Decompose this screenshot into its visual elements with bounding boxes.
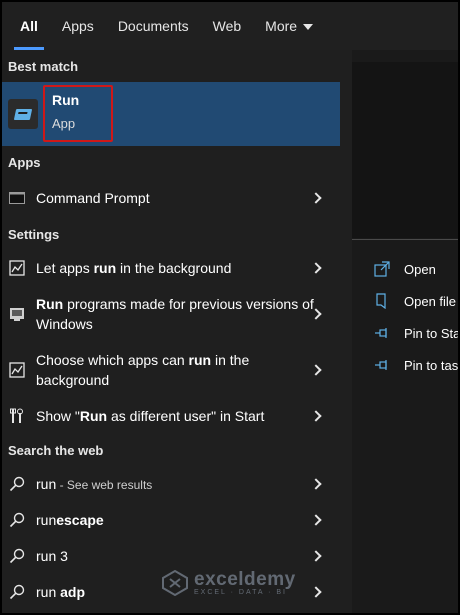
tab-documents[interactable]: Documents xyxy=(106,2,201,50)
search-icon xyxy=(8,475,26,493)
action-label: Pin to task xyxy=(404,357,460,373)
setting-label: Choose which apps can run in the backgro… xyxy=(36,352,250,388)
compat-settings-icon xyxy=(8,305,26,323)
detail-pane: Open Open file Pin to Star Pin to task xyxy=(352,50,460,613)
exceldemy-watermark: exceldemy EXCEL · DATA · BI xyxy=(162,570,296,596)
open-icon xyxy=(374,261,390,277)
detail-pane-header xyxy=(352,62,458,238)
tab-web-label: Web xyxy=(212,18,242,34)
section-header-search-web: Search the web xyxy=(8,442,104,458)
search-icon xyxy=(8,583,26,601)
command-prompt-label: Command Prompt xyxy=(36,190,150,206)
caret-down-icon xyxy=(303,24,314,30)
red-highlight-box xyxy=(43,85,113,142)
tools-settings-icon xyxy=(8,407,26,425)
web-suggestion-label: run - See web results xyxy=(36,475,153,492)
tab-apps[interactable]: Apps xyxy=(50,2,106,50)
list-item-setting-choose-apps-background[interactable]: Choose which apps can run in the backgro… xyxy=(2,342,340,398)
chart-settings-icon xyxy=(8,361,26,379)
action-pin-to-start[interactable]: Pin to Star xyxy=(374,322,460,344)
section-header-apps: Apps xyxy=(8,154,41,170)
pin-icon xyxy=(374,357,390,373)
list-item-setting-run-as-different-user[interactable]: Show "Run as different user" in Start xyxy=(2,398,340,434)
open-file-location-icon xyxy=(374,293,390,309)
list-item-setting-run-background[interactable]: Let apps run in the background xyxy=(2,250,340,286)
search-icon xyxy=(8,547,26,565)
tab-all-label: All xyxy=(20,18,38,34)
setting-label: Let apps run in the background xyxy=(36,260,232,276)
setting-label: Run programs made for previous versions … xyxy=(36,296,314,332)
action-pin-to-taskbar[interactable]: Pin to task xyxy=(374,354,460,376)
list-item-web-runescape[interactable]: runescape xyxy=(2,502,340,538)
setting-label: Show "Run as different user" in Start xyxy=(36,408,265,424)
action-open-file-location[interactable]: Open file xyxy=(374,290,456,312)
chart-settings-icon xyxy=(8,259,26,277)
command-prompt-icon xyxy=(8,189,26,207)
tab-all[interactable]: All xyxy=(8,2,50,50)
pin-icon xyxy=(374,325,390,341)
list-item-command-prompt[interactable]: Command Prompt xyxy=(2,178,340,218)
action-label: Open file xyxy=(404,293,457,309)
web-suggestion-label: runescape xyxy=(36,512,104,528)
section-header-best-match: Best match xyxy=(8,58,79,74)
tab-apps-label: Apps xyxy=(61,18,94,34)
web-suggestion-label: run 3 xyxy=(36,548,68,564)
tab-web[interactable]: Web xyxy=(201,2,254,50)
best-match-run-app[interactable]: Run App xyxy=(2,82,340,146)
search-tab-bar: All Apps Documents Web More xyxy=(2,2,458,50)
action-open[interactable]: Open xyxy=(374,258,436,280)
tab-more[interactable]: More xyxy=(253,2,325,50)
list-item-web-run[interactable]: run - See web results xyxy=(2,466,340,502)
watermark-tagline: EXCEL · DATA · BI xyxy=(194,588,287,596)
tab-documents-label: Documents xyxy=(117,18,189,34)
section-header-settings: Settings xyxy=(8,226,60,242)
search-icon xyxy=(8,511,26,529)
list-item-setting-run-previous-versions[interactable]: Run programs made for previous versions … xyxy=(2,286,340,342)
start-search-window: All Apps Documents Web More Best match R… xyxy=(0,0,460,615)
divider xyxy=(352,239,458,240)
action-label: Pin to Star xyxy=(404,325,460,341)
action-label: Open xyxy=(404,261,436,277)
watermark-name: exceldemy xyxy=(194,568,296,590)
search-results-list: Best match Run App Apps Command Prompt S… xyxy=(2,50,340,613)
run-app-icon xyxy=(8,99,38,129)
tab-more-label: More xyxy=(265,18,298,34)
exceldemy-logo-icon xyxy=(162,570,188,596)
